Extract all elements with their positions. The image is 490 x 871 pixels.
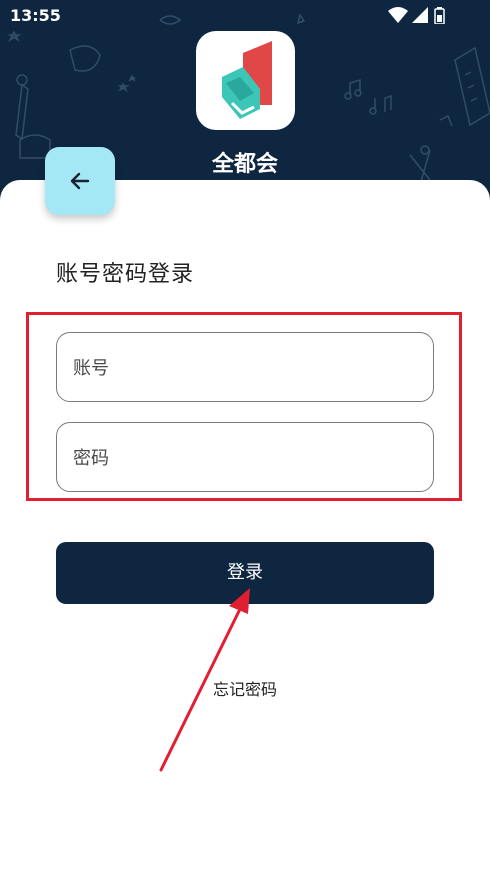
battery-icon	[434, 7, 445, 25]
wifi-icon	[388, 7, 408, 23]
signal-icon	[412, 7, 428, 23]
status-time: 13:55	[10, 6, 61, 25]
status-bar: 13:55	[0, 0, 490, 30]
arrow-left-icon	[70, 172, 90, 190]
status-icons-svg	[388, 7, 445, 25]
password-input[interactable]	[71, 423, 415, 493]
book-flag-logo-icon	[222, 41, 272, 119]
forgot-password-link[interactable]: 忘记密码	[0, 676, 490, 700]
login-screen: 13:55 全都会 账号密码登录 账号 登录 忘记密码	[0, 0, 490, 871]
status-icons	[388, 6, 458, 25]
login-button[interactable]: 登录	[56, 542, 434, 604]
app-logo	[196, 31, 295, 130]
password-field[interactable]	[56, 422, 434, 493]
page-title: 账号密码登录	[56, 262, 195, 287]
back-button[interactable]	[45, 147, 115, 215]
account-input[interactable]	[71, 333, 415, 403]
account-field[interactable]	[56, 332, 434, 403]
